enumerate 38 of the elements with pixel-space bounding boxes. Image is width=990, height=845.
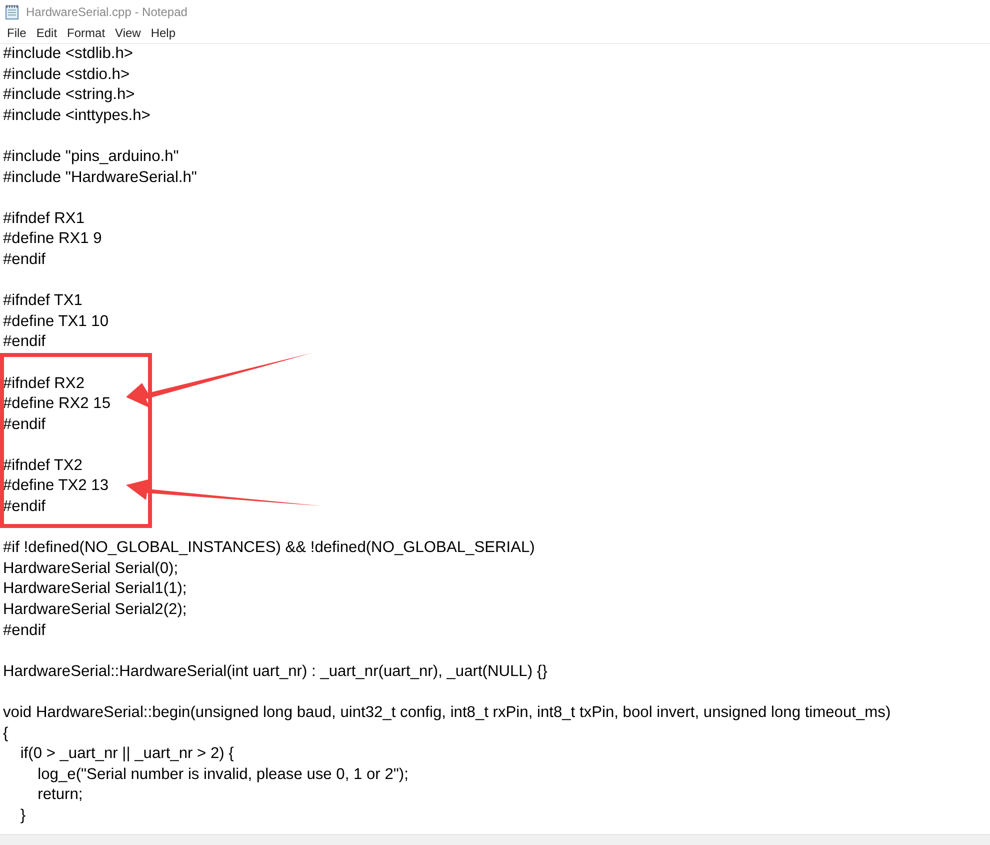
menu-item[interactable]: View xyxy=(110,26,146,40)
notepad-icon xyxy=(4,4,20,20)
menu-item[interactable]: Help xyxy=(146,26,181,40)
code-line: #include <string.h> xyxy=(3,85,135,106)
menu-item[interactable]: File xyxy=(2,26,32,40)
code-line: #ifndef TX2 xyxy=(3,456,82,476)
code-line: #endif xyxy=(3,250,46,270)
code-line: } xyxy=(19,806,26,826)
code-line: return; xyxy=(36,785,83,806)
code-line: #ifndef RX1 xyxy=(3,208,84,229)
menu-item[interactable]: Edit xyxy=(31,26,62,40)
code-line: HardwareSerial Serial(0); xyxy=(3,558,178,579)
code-line: #endif xyxy=(3,332,46,352)
code-line: #define TX1 10 xyxy=(3,312,108,332)
code-line: #endif xyxy=(3,414,46,435)
code-line: #if !defined(NO_GLOBAL_INSTANCES) && !defined(NO_GLOBAL_SERIAL) xyxy=(3,538,535,558)
scrollbar[interactable] xyxy=(0,834,990,845)
code-line: #include <inttypes.h> xyxy=(3,106,150,126)
code-line: #ifndef RX2 xyxy=(3,374,84,394)
menu-item[interactable]: Format xyxy=(62,26,110,40)
code-line: #include "pins_arduino.h" xyxy=(3,146,179,167)
code-line: #endif xyxy=(3,620,46,641)
code-line: log_e("Serial number is invalid, please use 0, 1 or 2"); xyxy=(36,764,408,785)
code-line: #define TX2 13 xyxy=(3,476,108,496)
code-line: #endif xyxy=(3,497,46,518)
code-line: #include "HardwareSerial.h" xyxy=(3,168,197,188)
code-line: { xyxy=(3,724,8,744)
code-line: HardwareSerial::HardwareSerial(int uart_nr) : _uart_nr(uart_nr), _uart(NULL) {} xyxy=(3,662,548,682)
code-line: HardwareSerial Serial2(2); xyxy=(3,600,187,620)
code-line: if(0 > _uart_nr || _uart_nr > 2) { xyxy=(19,744,234,764)
code-line: #include <stdio.h> xyxy=(3,64,130,85)
code-line: #define RX2 15 xyxy=(3,394,111,414)
code-line: #define RX1 9 xyxy=(3,229,102,250)
code-line: HardwareSerial Serial1(1); xyxy=(3,579,187,600)
code-line: #include <stdlib.h> xyxy=(3,44,134,64)
window-title: HardwareSerial.cpp - Notepad xyxy=(26,4,188,18)
code-line: void HardwareSerial::begin(unsigned long baud, uint32_t config, int8_t rxPin, int8_t txPin, bool invert, unsigned long timeout_ms) xyxy=(3,703,891,723)
code-line: #ifndef TX1 xyxy=(3,291,82,312)
